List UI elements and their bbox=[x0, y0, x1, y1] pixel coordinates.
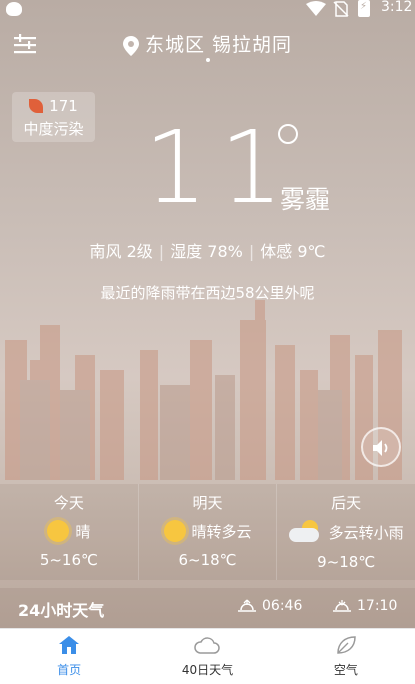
feels-like-info: 体感 9℃ bbox=[260, 242, 326, 261]
forecast-day-label: 今天 bbox=[53, 494, 84, 512]
speaker-icon bbox=[373, 440, 388, 456]
current-temperature: 11 bbox=[144, 109, 296, 226]
tab-label: 空气 bbox=[333, 663, 358, 677]
tab-home[interactable]: 首页 bbox=[0, 629, 138, 684]
page-indicator-dot bbox=[206, 58, 210, 62]
forecast-day-label: 明天 bbox=[192, 494, 223, 512]
status-bar: 3:12 bbox=[0, 0, 415, 18]
forecast-day-label: 后天 bbox=[331, 494, 362, 512]
leaf-icon bbox=[29, 99, 44, 113]
app-notification-icon bbox=[6, 2, 22, 16]
sunset-time: 17:10 bbox=[357, 598, 398, 614]
cloud-sun-icon bbox=[288, 520, 323, 544]
bottom-tab-bar: 首页 40日天气 空气 bbox=[0, 628, 415, 684]
wind-info: 南风 2级 bbox=[89, 242, 153, 261]
tab-air-quality[interactable]: 空气 bbox=[277, 629, 415, 684]
location-header[interactable]: 东城区 锡拉胡同 bbox=[0, 30, 415, 57]
forecast-condition: 晴 bbox=[75, 522, 91, 541]
forecast-today[interactable]: 今天 晴 5~16℃ bbox=[0, 484, 139, 580]
location-name: 东城区 锡拉胡同 bbox=[144, 34, 293, 56]
tab-label: 首页 bbox=[57, 663, 82, 677]
humidity-info: 湿度 78% bbox=[170, 242, 243, 261]
hourly-title: 24小时天气 bbox=[18, 601, 105, 620]
forecast-condition: 多云转小雨 bbox=[328, 523, 404, 542]
forecast-day-after[interactable]: 后天 多云转小雨 9~18℃ bbox=[277, 484, 415, 580]
sunrise-icon bbox=[238, 599, 256, 612]
sunrise-info: 06:46 bbox=[238, 598, 302, 614]
aqi-label: 中度污染 bbox=[23, 120, 84, 138]
forecast-range: 5~16℃ bbox=[39, 551, 98, 569]
clock-time: 3:12 bbox=[381, 0, 413, 15]
cloud-icon bbox=[194, 637, 221, 654]
leaf-icon bbox=[337, 636, 356, 654]
aqi-badge[interactable]: 171 中度污染 bbox=[12, 92, 95, 142]
location-pin-icon bbox=[122, 35, 139, 56]
aqi-value: 171 bbox=[49, 97, 78, 115]
rain-message[interactable]: 最近的降雨带在西边58公里外呢 bbox=[0, 282, 415, 303]
sunset-icon bbox=[333, 600, 351, 612]
forecast-condition: 晴转多云 bbox=[191, 522, 252, 541]
battery-charging-icon bbox=[358, 0, 370, 17]
no-sim-icon bbox=[333, 1, 349, 17]
sun-icon bbox=[163, 520, 186, 542]
hourly-weather-bar[interactable]: 24小时天气 06:46 17:10 bbox=[0, 588, 415, 628]
forecast-tomorrow[interactable]: 明天 晴转多云 6~18℃ bbox=[139, 484, 278, 580]
sun-icon bbox=[47, 520, 70, 542]
sunset-info: 17:10 bbox=[333, 598, 397, 614]
forecast-range: 9~18℃ bbox=[317, 553, 376, 571]
degree-symbol bbox=[278, 124, 298, 144]
voice-broadcast-button[interactable] bbox=[361, 427, 401, 467]
weather-details: 南风 2级 | 湿度 78% | 体感 9℃ bbox=[89, 242, 326, 261]
sunrise-time: 06:46 bbox=[262, 598, 303, 614]
current-condition: 雾霾 bbox=[280, 185, 331, 214]
three-day-forecast: 今天 晴 5~16℃ 明天 晴转多云 6~18℃ 后天 多云转小雨 9~18℃ bbox=[0, 484, 415, 580]
forecast-range: 6~18℃ bbox=[178, 551, 237, 569]
city-skyline-illustration bbox=[5, 300, 402, 480]
home-icon bbox=[59, 636, 80, 654]
tab-40-day-weather[interactable]: 40日天气 bbox=[138, 629, 276, 684]
tab-label: 40日天气 bbox=[181, 663, 234, 677]
wifi-icon bbox=[306, 1, 326, 16]
